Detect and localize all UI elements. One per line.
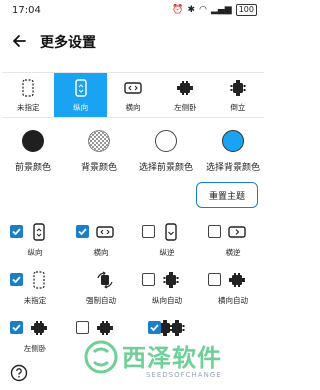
alarm-icon: ⏰: [172, 5, 184, 15]
tab-label: 横向: [125, 103, 141, 112]
robot-portrait-icon: [162, 271, 180, 289]
tab-unspecified[interactable]: 未指定: [2, 73, 54, 117]
tab-label: 未指定: [16, 103, 40, 112]
bluetooth-icon: ✱: [187, 5, 196, 15]
color-label: 背景颜色: [80, 163, 117, 173]
tab-label: 左侧卧: [174, 103, 197, 112]
checkbox-checked[interactable]: [10, 273, 23, 286]
option-left-side[interactable]: 左侧卧: [2, 316, 68, 360]
orientation-tab-strip: 未指定 纵向 横向 左侧卧 倒立: [2, 72, 264, 118]
rotate-arrows-icon: [96, 271, 114, 289]
tab-upside-down[interactable]: 倒立: [212, 73, 264, 117]
checkbox-unchecked[interactable]: [142, 273, 155, 286]
option-label: 未指定: [23, 296, 47, 305]
background-color-picker[interactable]: 背景颜色: [66, 130, 132, 173]
watermark-subtext: SEEDSOFCHANGE: [146, 371, 222, 379]
option-label: 横向自动: [218, 296, 248, 305]
battery-indicator: 100: [235, 4, 257, 16]
checkbox-checked[interactable]: [76, 225, 89, 238]
dashed-phone-icon: [30, 271, 48, 289]
option-unspecified[interactable]: 未指定: [2, 268, 68, 312]
reset-theme-button[interactable]: 重置主题: [196, 182, 258, 208]
status-bar: 17:04 ⏰ ✱ ◠ ▂▄▆ 100: [0, 0, 267, 22]
select-foreground-color-picker[interactable]: 选择前景颜色: [133, 130, 199, 173]
status-icons: ⏰ ✱ ◠ ▂▄▆ 100: [172, 4, 257, 16]
option-landscape-auto[interactable]: 横向自动: [200, 268, 266, 312]
portrait-reverse-icon: [162, 223, 180, 241]
portrait-phone-icon: [30, 223, 48, 241]
foreground-color-picker[interactable]: 前景颜色: [0, 130, 66, 173]
landscape-phone-icon: [123, 78, 143, 98]
robot-left-icon: [30, 319, 48, 337]
watermark-logo-icon: [84, 340, 118, 374]
checkbox-blank[interactable]: [76, 273, 89, 286]
option-label: 纵向自动: [152, 296, 182, 305]
tab-label: 倒立: [230, 103, 246, 112]
robot-up-icon: [168, 319, 186, 337]
select-foreground-color-swatch: [155, 130, 177, 152]
color-label: 选择背景颜色: [205, 163, 260, 173]
robot-landscape-icon: [228, 271, 246, 289]
checkbox-checked[interactable]: [10, 225, 23, 238]
tab-left-side[interactable]: 左侧卧: [159, 73, 211, 117]
select-background-color-swatch: [222, 130, 244, 152]
checkbox-unchecked[interactable]: [76, 321, 89, 334]
tab-portrait[interactable]: 纵向: [54, 73, 107, 117]
option-portrait[interactable]: 纵向: [2, 220, 68, 264]
checkbox-unchecked[interactable]: [208, 225, 221, 238]
back-arrow-icon: [13, 35, 26, 47]
help-button[interactable]: [10, 364, 28, 382]
option-landscape[interactable]: 横向: [68, 220, 134, 264]
robot-upside-down-icon: [228, 78, 248, 98]
option-label: 纵向: [27, 248, 43, 257]
color-label: 前景颜色: [14, 163, 51, 173]
color-settings-row: 前景颜色 背景颜色 选择前景颜色 选择背景颜色: [0, 130, 267, 175]
option-label: 左侧卧: [23, 344, 47, 353]
option-label: 强制自动: [86, 296, 116, 305]
option-portrait-reverse[interactable]: 纵逆: [134, 220, 200, 264]
background-color-swatch: [88, 130, 110, 152]
checkbox-checked[interactable]: [148, 321, 161, 334]
signal-icon: ▂▄▆: [210, 5, 232, 15]
back-button[interactable]: [8, 30, 30, 52]
select-background-color-picker[interactable]: 选择背景颜色: [200, 130, 266, 173]
option-label: 纵逆: [159, 248, 175, 257]
wifi-icon: ◠: [199, 5, 207, 15]
watermark-text: 西泽软件: [122, 344, 222, 372]
dashed-phone-icon: [18, 78, 38, 98]
app-bar: 更多设置: [0, 24, 267, 58]
robot-right-icon: [96, 319, 114, 337]
option-landscape-reverse[interactable]: 横逆: [200, 220, 266, 264]
status-time: 17:04: [12, 5, 41, 16]
option-portrait-auto[interactable]: 纵向自动: [134, 268, 200, 312]
checkbox-checked[interactable]: [10, 321, 23, 334]
option-force-auto[interactable]: 强制自动: [68, 268, 134, 312]
watermark-overlay: 西泽软件 SEEDSOFCHANGE: [84, 336, 259, 386]
portrait-phone-icon: [71, 78, 91, 98]
checkbox-unchecked[interactable]: [142, 225, 155, 238]
tab-landscape[interactable]: 横向: [107, 73, 159, 117]
tab-label: 纵向: [73, 103, 89, 112]
option-label: 横逆: [225, 248, 241, 257]
landscape-phone-icon: [96, 223, 114, 241]
option-label: 横向: [93, 248, 109, 257]
checkbox-unchecked[interactable]: [208, 273, 221, 286]
foreground-color-swatch: [22, 130, 44, 152]
help-icon: [10, 364, 28, 382]
page-title: 更多设置: [40, 35, 96, 51]
landscape-reverse-icon: [228, 223, 246, 241]
color-label: 选择前景颜色: [138, 163, 193, 173]
robot-left-icon: [175, 78, 195, 98]
